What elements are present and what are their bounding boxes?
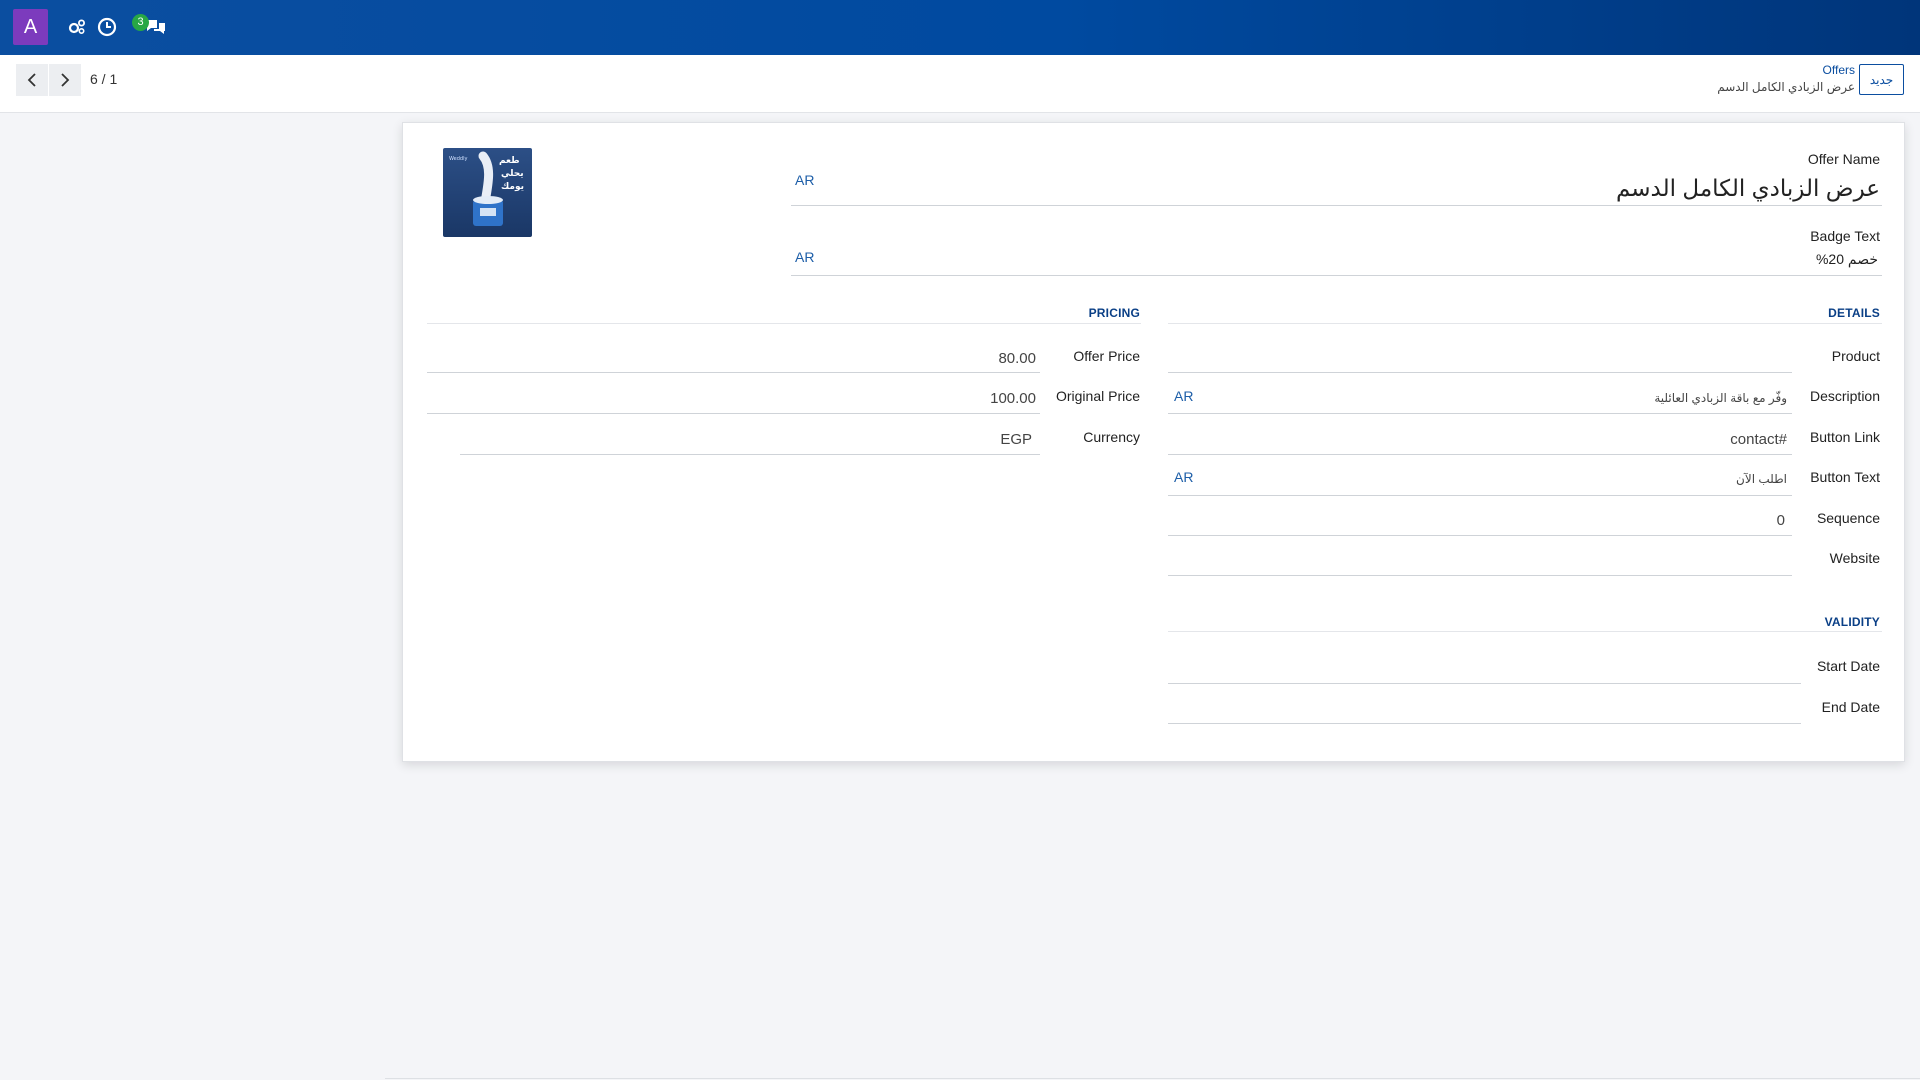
currency-underline xyxy=(460,454,1040,455)
product-label: Product xyxy=(1831,348,1880,364)
end-date-label: End Date xyxy=(1821,699,1880,715)
validity-separator xyxy=(1168,631,1882,632)
badge-text-label: Badge Text xyxy=(1810,228,1880,244)
currency-label: Currency xyxy=(1083,429,1140,445)
button-text-lang-button[interactable]: AR xyxy=(1174,469,1193,485)
clock-icon[interactable] xyxy=(97,17,117,37)
button-link-underline xyxy=(1168,454,1792,455)
offer-name-label: Offer Name xyxy=(1807,151,1880,167)
website-underline xyxy=(1168,575,1792,576)
button-text-label: Button Text xyxy=(1810,469,1880,485)
chevron-right-icon xyxy=(61,73,70,87)
messages-badge: 3 xyxy=(132,14,149,31)
sequence-underline xyxy=(1168,535,1792,536)
offer-price-label: Offer Price xyxy=(1073,348,1140,364)
pager-value[interactable]: 6 / 1 xyxy=(90,71,117,87)
pricing-section-title: PRICING xyxy=(1088,306,1140,320)
badge-text-lang-button[interactable]: AR xyxy=(795,249,814,265)
control-panel: 6 / 1 جديد Offers عرض الزبادي الكامل الد… xyxy=(0,55,1920,113)
svg-text:يحلي: يحلي xyxy=(501,169,524,179)
breadcrumb-parent-link[interactable]: Offers xyxy=(1823,63,1855,77)
page-bottom-divider xyxy=(385,1078,1920,1079)
badge-text-value[interactable]: خصم 20% xyxy=(1816,251,1878,268)
offer-image[interactable]: طعم يحلي يومك Weddly xyxy=(443,148,532,237)
button-text-value[interactable]: اطلب الآن xyxy=(1736,472,1787,486)
offer-image-picture: طعم يحلي يومك Weddly xyxy=(443,148,532,237)
button-link-label: Button Link xyxy=(1809,429,1880,445)
form-sheet: طعم يحلي يومك Weddly Offer Name عرض الزب… xyxy=(402,122,1905,762)
original-price-label: Original Price xyxy=(1055,388,1140,404)
currency-value[interactable]: EGP xyxy=(1000,431,1032,448)
chevron-left-icon xyxy=(27,73,36,87)
description-underline xyxy=(1168,413,1792,414)
original-price-value[interactable]: 100.00 xyxy=(990,390,1036,407)
product-underline xyxy=(1168,372,1792,373)
description-lang-button[interactable]: AR xyxy=(1174,388,1193,404)
details-separator xyxy=(1168,323,1882,324)
svg-text:يومك: يومك xyxy=(501,182,524,192)
offer-name-underline xyxy=(791,205,1882,206)
app-avatar[interactable]: A xyxy=(13,9,48,45)
offer-price-value[interactable]: 80.00 xyxy=(998,350,1036,367)
start-date-label: Start Date xyxy=(1816,658,1880,674)
details-section-title: DETAILS xyxy=(1828,306,1880,320)
new-button[interactable]: جديد xyxy=(1859,64,1904,95)
original-price-underline xyxy=(427,413,1040,414)
button-link-value[interactable]: contact# xyxy=(1730,431,1787,448)
start-date-underline xyxy=(1168,683,1801,684)
offer-price-underline xyxy=(427,372,1040,373)
description-label: Description xyxy=(1809,388,1880,404)
end-date-underline xyxy=(1168,723,1801,724)
sequence-label: Sequence xyxy=(1816,510,1880,526)
offer-name-lang-button[interactable]: AR xyxy=(795,172,814,188)
breadcrumb-current: عرض الزبادي الكامل الدسم xyxy=(1717,80,1855,94)
pager-previous-button[interactable] xyxy=(16,64,48,96)
badge-text-underline xyxy=(791,275,1882,276)
website-label: Website xyxy=(1829,550,1880,566)
button-text-underline xyxy=(1168,495,1792,496)
top-navbar: A 3 xyxy=(0,0,1920,55)
validity-section-title: VALIDITY xyxy=(1824,615,1880,629)
pager-next-button[interactable] xyxy=(49,64,81,96)
pricing-separator xyxy=(427,323,1141,324)
description-value[interactable]: وفّر مع باقة الزبادي العائلية xyxy=(1654,391,1787,405)
svg-text:طعم: طعم xyxy=(499,156,520,166)
settings-icon[interactable] xyxy=(67,17,87,37)
svg-text:Weddly: Weddly xyxy=(449,156,467,162)
offer-name-value[interactable]: عرض الزبادي الكامل الدسم xyxy=(1616,175,1880,202)
sequence-value[interactable]: 0 xyxy=(1777,512,1785,529)
